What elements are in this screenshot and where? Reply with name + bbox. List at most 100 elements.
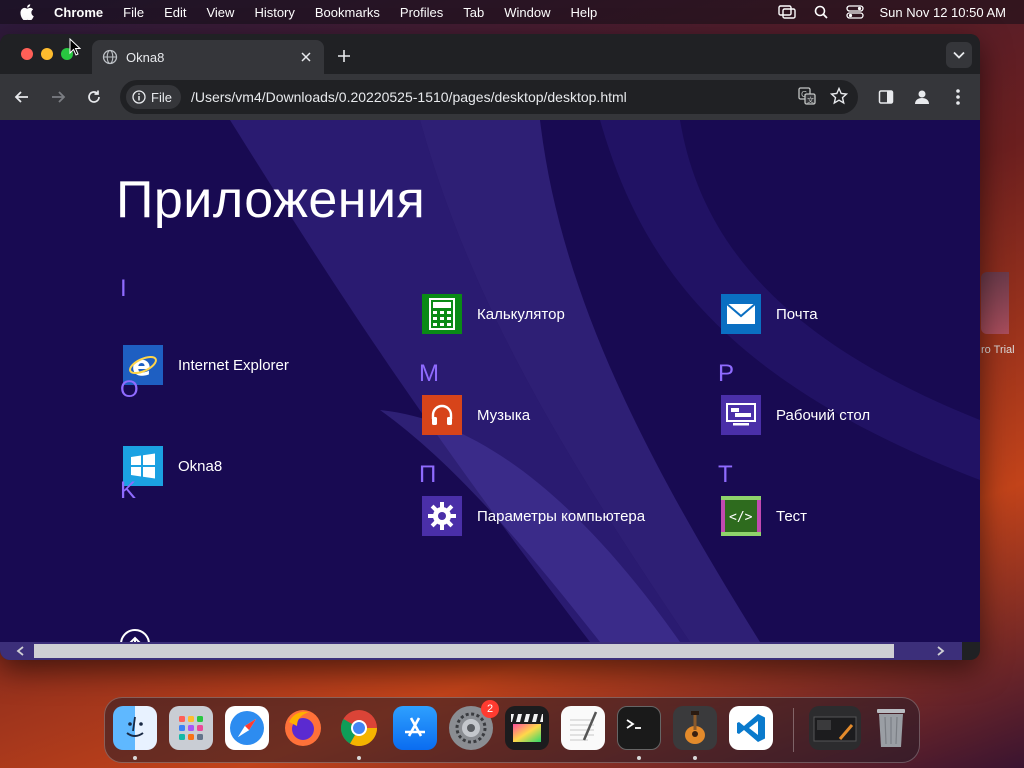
horizontal-scrollbar[interactable]: [0, 642, 962, 660]
reload-icon[interactable]: [83, 86, 105, 108]
mail-icon: [721, 294, 761, 334]
app-label: Музыка: [477, 406, 531, 424]
firefox-icon[interactable]: [281, 706, 325, 750]
menu-profiles[interactable]: Profiles: [400, 5, 443, 20]
desktop-file-icon[interactable]: [981, 272, 1009, 334]
trash-icon[interactable]: [869, 706, 913, 750]
group-letter-r[interactable]: Р: [718, 360, 734, 388]
group-letter-i[interactable]: I: [120, 275, 127, 303]
app-label: Internet Explorer: [178, 356, 289, 374]
group-letter-m[interactable]: М: [419, 360, 439, 388]
desktop-icon: [721, 395, 761, 435]
control-center-icon[interactable]: [845, 5, 864, 19]
tab-title: Okna8: [126, 49, 165, 65]
app-internet-explorer[interactable]: e Internet Explorer: [123, 345, 289, 385]
headphones-icon: [422, 395, 462, 435]
app-desktop[interactable]: Рабочий стол: [721, 395, 870, 435]
apps-page: Приложения I e Internet Explorer O Okna8…: [0, 120, 980, 642]
gear-icon: [422, 496, 462, 536]
profile-avatar-icon[interactable]: [911, 86, 933, 108]
final-cut-icon[interactable]: [505, 706, 549, 750]
tab-okna8[interactable]: Okna8: [92, 40, 324, 74]
app-music[interactable]: Музыка: [422, 395, 530, 435]
more-menu-icon[interactable]: [947, 86, 969, 108]
group-letter-t[interactable]: Т: [718, 461, 733, 489]
svg-text:文: 文: [807, 96, 814, 105]
site-info-chip[interactable]: File: [126, 85, 181, 109]
garageband-icon[interactable]: [673, 706, 717, 750]
group-letter-p[interactable]: П: [419, 461, 436, 489]
textedit-icon[interactable]: [561, 706, 605, 750]
menu-view[interactable]: View: [206, 5, 234, 20]
app-calculator[interactable]: Калькулятор: [422, 294, 565, 334]
notification-badge: 2: [481, 700, 499, 718]
tab-strip: Okna8: [0, 34, 980, 74]
vscode-icon[interactable]: [729, 706, 773, 750]
group-letter-k[interactable]: K: [120, 477, 136, 505]
translate-icon[interactable]: G文: [798, 87, 816, 110]
system-settings-icon[interactable]: 2: [449, 700, 499, 750]
launchpad-icon[interactable]: [169, 706, 213, 750]
menubar-clock[interactable]: Sun Nov 12 10:50 AM: [880, 5, 1006, 20]
chrome-icon[interactable]: [337, 706, 381, 750]
calculator-icon: [422, 294, 462, 334]
app-label: Рабочий стол: [776, 406, 871, 424]
scrollbar-thumb[interactable]: [34, 644, 894, 658]
group-letter-o[interactable]: O: [120, 376, 139, 404]
code-test-icon: </>: [721, 496, 761, 536]
app-store-icon[interactable]: [393, 706, 437, 750]
mouse-cursor-icon: [69, 38, 81, 56]
menu-window[interactable]: Window: [504, 5, 550, 20]
safari-icon[interactable]: [225, 706, 269, 750]
close-window-button[interactable]: [21, 48, 33, 60]
app-label: Тест: [776, 507, 808, 525]
menu-help[interactable]: Help: [571, 5, 598, 20]
minimize-window-button[interactable]: [41, 48, 53, 60]
back-arrow-icon[interactable]: [11, 86, 33, 108]
app-mail[interactable]: Почта: [721, 294, 818, 334]
app-pc-settings[interactable]: Параметры компьютера: [422, 496, 645, 536]
address-bar[interactable]: File /Users/vm4/Downloads/0.20220525-151…: [120, 80, 858, 114]
app-label: Okna8: [178, 457, 223, 475]
info-icon: [132, 90, 146, 104]
scroll-left-arrow-icon[interactable]: [14, 644, 28, 658]
close-tab-icon[interactable]: [298, 49, 314, 65]
menu-edit[interactable]: Edit: [164, 5, 186, 20]
globe-icon: [102, 49, 118, 65]
finder-icon[interactable]: [113, 706, 157, 750]
screenshot-thumb-icon[interactable]: [809, 706, 861, 750]
macos-menubar: Chrome File Edit View History Bookmarks …: [0, 0, 1024, 24]
dock-separator: [793, 708, 794, 752]
screen-mirroring-icon[interactable]: [777, 5, 796, 19]
app-okna8[interactable]: Okna8: [123, 446, 222, 486]
app-label: Почта: [776, 305, 818, 323]
terminal-icon[interactable]: [617, 706, 661, 750]
running-indicator: [637, 756, 641, 760]
apple-menu-icon[interactable]: [18, 3, 36, 21]
url-text[interactable]: /Users/vm4/Downloads/0.20220525-1510/pag…: [191, 89, 627, 105]
spotlight-search-icon[interactable]: [812, 5, 830, 19]
menu-tab[interactable]: Tab: [463, 5, 484, 20]
bookmark-star-icon[interactable]: [829, 86, 849, 110]
forward-arrow-icon[interactable]: [47, 86, 69, 108]
app-label: Калькулятор: [477, 305, 565, 323]
app-label: Параметры компьютера: [477, 507, 646, 525]
running-indicator: [693, 756, 697, 760]
browser-toolbar: File /Users/vm4/Downloads/0.20220525-151…: [0, 74, 980, 120]
tab-search-button[interactable]: [946, 42, 972, 68]
menu-history[interactable]: History: [254, 5, 294, 20]
macos-dock: 2: [104, 697, 920, 763]
menu-file[interactable]: File: [123, 5, 144, 20]
desktop-file-label: ro Trial: [981, 344, 1015, 356]
side-panel-icon[interactable]: [875, 86, 897, 108]
new-tab-button[interactable]: [332, 44, 356, 68]
chrome-window: Okna8 File /Users/vm4/Downloads/0.202205…: [0, 34, 980, 660]
running-indicator: [357, 756, 361, 760]
scroll-right-arrow-icon[interactable]: [933, 644, 947, 658]
svg-text:</>: </>: [729, 510, 753, 525]
running-indicator: [133, 756, 137, 760]
app-test[interactable]: </> Тест: [721, 496, 807, 536]
menu-app-chrome[interactable]: Chrome: [54, 5, 103, 20]
site-info-label: File: [151, 89, 172, 105]
menu-bookmarks[interactable]: Bookmarks: [315, 5, 380, 20]
